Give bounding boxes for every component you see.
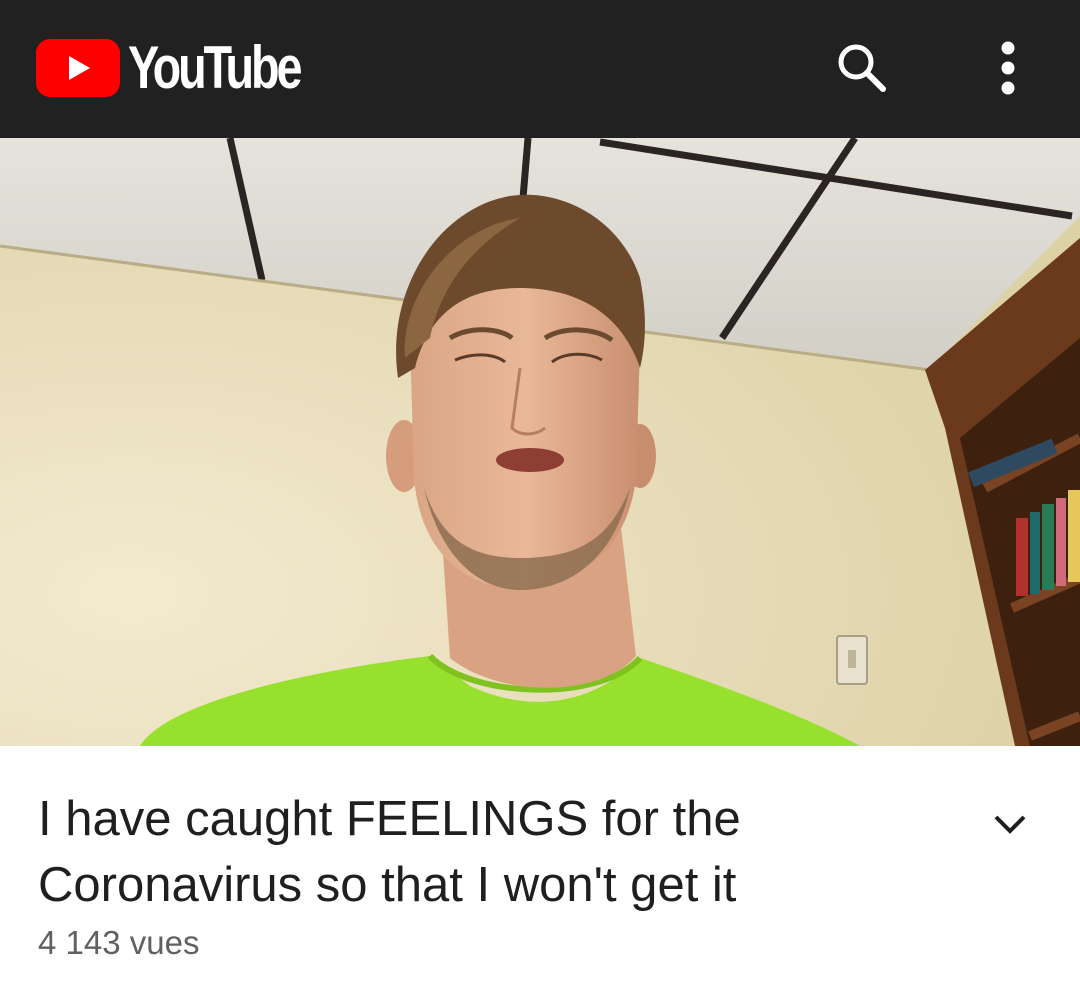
video-details: I have caught FEELINGS for the Coronavir…: [0, 746, 1080, 1006]
view-count: 4 143 vues: [38, 924, 200, 961]
mouth: [496, 448, 564, 472]
chevron-down-icon: [994, 815, 1026, 834]
search-button[interactable]: [830, 36, 894, 100]
video-player[interactable]: [0, 138, 1080, 746]
youtube-logo[interactable]: YouTube: [36, 38, 348, 98]
app-header: YouTube: [0, 0, 1080, 138]
search-icon: [838, 44, 886, 92]
more-options-button[interactable]: [976, 36, 1040, 100]
video-title[interactable]: I have caught FEELINGS for the Coronavir…: [38, 786, 938, 918]
video-frame: [0, 138, 1080, 746]
more-vertical-icon: [1001, 41, 1015, 95]
play-logo-icon: [36, 39, 120, 97]
brand-name: YouTube: [128, 34, 303, 101]
expand-description-button[interactable]: [982, 796, 1038, 852]
